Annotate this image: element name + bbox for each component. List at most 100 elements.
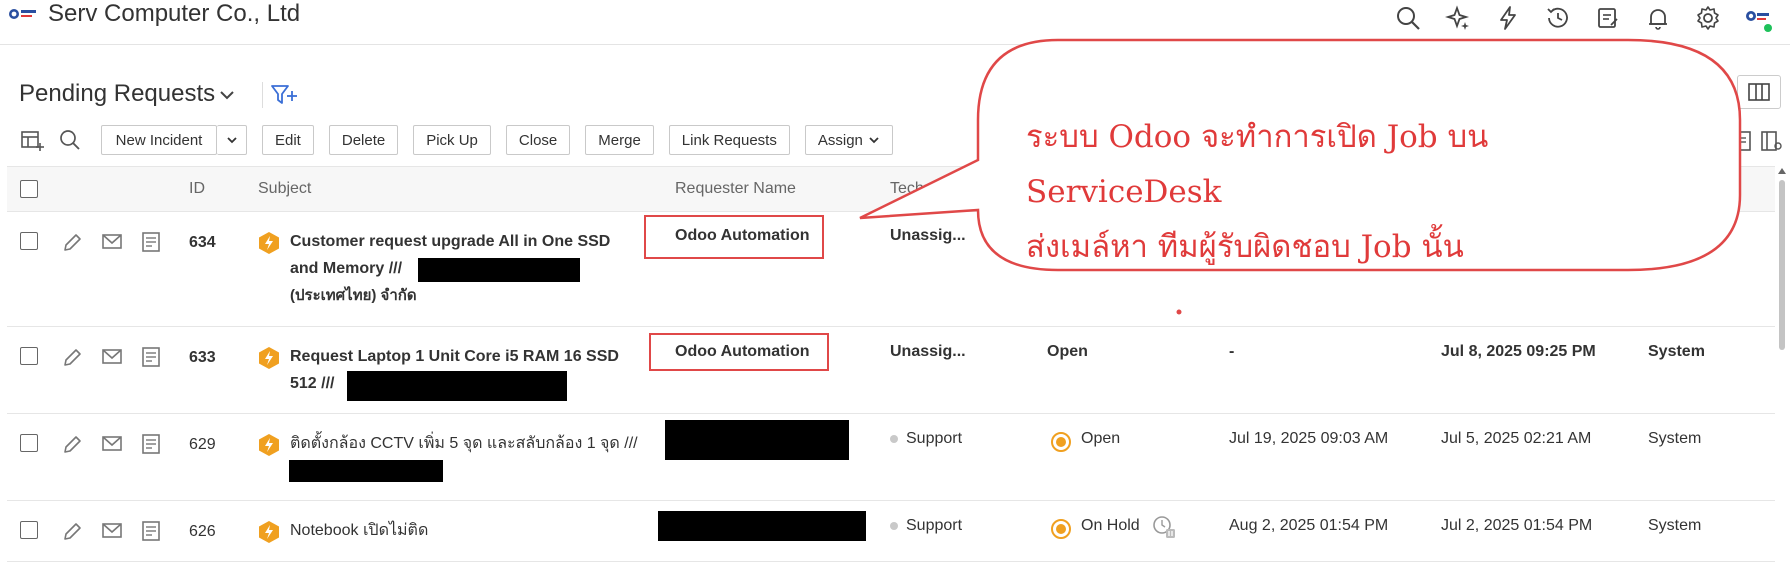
- export-icon[interactable]: [1733, 130, 1755, 152]
- status-text: Open: [1047, 343, 1088, 360]
- technician-name[interactable]: Support: [890, 517, 962, 535]
- scroll-up-arrow-icon[interactable]: [1777, 166, 1787, 176]
- new-incident-button[interactable]: New Incident: [101, 125, 217, 155]
- mail-icon[interactable]: [101, 232, 123, 252]
- requester-name[interactable]: Odoo Automation: [675, 227, 810, 245]
- priority-icon: [259, 521, 279, 543]
- row-checkbox[interactable]: [20, 232, 38, 250]
- notes-icon[interactable]: [141, 520, 161, 542]
- row-checkbox[interactable]: [20, 434, 38, 452]
- chevron-down-icon: [869, 137, 879, 144]
- mail-icon[interactable]: [101, 521, 123, 541]
- toolbar: New Incident Edit Delete Pick Up Close M…: [17, 124, 908, 156]
- callout-line: ส่งเมล์หา ทีมผู้รับผิดชอบ Job นั้น: [1026, 229, 1464, 265]
- technician-label: Support: [906, 430, 963, 447]
- table-row[interactable]: 629 ติดตั้งกล้อง CCTV เพิ่ม 5 จุด และสลั…: [7, 414, 1775, 501]
- history-icon[interactable]: [1542, 2, 1574, 34]
- notes-icon[interactable]: [141, 231, 161, 253]
- sparkle-icon[interactable]: [1442, 2, 1474, 34]
- due-by: -: [1229, 343, 1235, 360]
- online-status-dot: [1764, 24, 1772, 32]
- divider: [262, 82, 263, 108]
- search-icon[interactable]: [55, 125, 85, 155]
- request-subject[interactable]: Notebook เปิดไม่ติด: [290, 517, 650, 544]
- status-text: On Hold: [1081, 517, 1140, 534]
- notes-icon[interactable]: [141, 433, 161, 455]
- company-name: Serv Computer Co., Ltd: [48, 0, 301, 27]
- column-header-technician[interactable]: Techn: [890, 180, 933, 198]
- checklist-icon[interactable]: [1592, 2, 1624, 34]
- avatar[interactable]: [1742, 2, 1774, 34]
- priority-icon: [259, 347, 279, 369]
- row-checkbox[interactable]: [20, 521, 38, 539]
- filter-add-icon[interactable]: [270, 83, 298, 107]
- pick-up-button[interactable]: Pick Up: [413, 125, 491, 155]
- status-onhold-icon: [1051, 519, 1071, 539]
- created-by: System: [1648, 430, 1702, 447]
- request-subject[interactable]: ติดตั้งกล้อง CCTV เพิ่ม 5 จุด และสลับกล้…: [290, 430, 650, 457]
- assign-button[interactable]: Assign: [804, 125, 893, 155]
- request-id[interactable]: 633: [189, 349, 216, 367]
- table-row[interactable]: 626 Notebook เปิดไม่ติด Support On Hold …: [7, 501, 1775, 562]
- table-row[interactable]: 633 Request Laptop 1 Unit Core i5 RAM 16…: [7, 327, 1775, 414]
- technician-label: Support: [906, 517, 963, 534]
- request-id[interactable]: 634: [189, 234, 216, 252]
- edit-pencil-icon[interactable]: [61, 434, 83, 456]
- created-date: Jul 5, 2025 02:21 AM: [1441, 430, 1592, 447]
- column-header-requester[interactable]: Requester Name: [675, 180, 796, 198]
- column-header-id[interactable]: ID: [189, 180, 205, 198]
- callout-text: ระบบ Odoo จะทำการเปิด Job บน ServiceDesk…: [1026, 110, 1686, 275]
- columns-icon: [1748, 83, 1770, 101]
- technician-status-dot: [890, 434, 898, 443]
- row-checkbox[interactable]: [20, 347, 38, 365]
- created-date: Jul 2, 2025 01:54 PM: [1441, 517, 1593, 534]
- redacted-block: [289, 460, 443, 482]
- status-open-icon: [1051, 432, 1071, 452]
- select-all-checkbox[interactable]: [20, 180, 38, 198]
- chevron-down-icon[interactable]: [218, 88, 236, 102]
- close-button[interactable]: Close: [505, 125, 571, 155]
- technician-name[interactable]: Support: [890, 430, 962, 448]
- technician-status-dot: [890, 521, 898, 530]
- edit-pencil-icon[interactable]: [61, 521, 83, 543]
- table-settings-icon[interactable]: [17, 125, 47, 155]
- delete-button[interactable]: Delete: [328, 125, 399, 155]
- mail-icon[interactable]: [101, 347, 123, 367]
- bell-icon[interactable]: [1642, 2, 1674, 34]
- lightning-icon[interactable]: [1492, 2, 1524, 34]
- request-id[interactable]: 626: [189, 523, 216, 541]
- subject-line: (ประเทศไทย) จำกัด: [290, 287, 417, 304]
- top-bar: Serv Computer Co., Ltd: [0, 0, 1790, 45]
- priority-icon: [259, 434, 279, 456]
- request-id[interactable]: 629: [189, 436, 216, 454]
- scrollbar-thumb[interactable]: [1779, 180, 1785, 350]
- edit-pencil-icon[interactable]: [61, 232, 83, 254]
- priority-icon: [259, 232, 279, 254]
- redacted-block: [418, 258, 580, 282]
- column-chooser-button[interactable]: [1737, 75, 1781, 109]
- edit-button[interactable]: Edit: [262, 125, 314, 155]
- technician-name[interactable]: Unassig...: [890, 343, 966, 361]
- gear-icon[interactable]: [1692, 2, 1724, 34]
- new-incident-split-button: New Incident: [101, 125, 247, 155]
- link-requests-button[interactable]: Link Requests: [668, 125, 790, 155]
- search-icon[interactable]: [1392, 2, 1424, 34]
- technician-name[interactable]: Unassig...: [890, 227, 966, 245]
- created-date: Jul 8, 2025 09:25 PM: [1441, 343, 1596, 360]
- redacted-block: [658, 511, 866, 541]
- callout-line: ระบบ Odoo จะทำการเปิด Job บน ServiceDesk: [1026, 119, 1489, 210]
- mail-icon[interactable]: [101, 434, 123, 454]
- redacted-block: [665, 420, 849, 460]
- notes-icon[interactable]: [141, 346, 161, 368]
- merge-button[interactable]: Merge: [585, 125, 654, 155]
- status-text: Open: [1081, 430, 1121, 447]
- created-by: System: [1648, 343, 1705, 360]
- edit-pencil-icon[interactable]: [61, 347, 83, 369]
- vertical-scrollbar[interactable]: [1777, 166, 1787, 560]
- assign-label: Assign: [817, 131, 863, 149]
- requester-name[interactable]: Odoo Automation: [675, 343, 810, 361]
- page-title: Pending Requests: [19, 80, 216, 107]
- new-incident-dropdown[interactable]: [217, 125, 247, 155]
- layout-settings-icon[interactable]: [1760, 130, 1782, 152]
- column-header-subject[interactable]: Subject: [258, 180, 311, 198]
